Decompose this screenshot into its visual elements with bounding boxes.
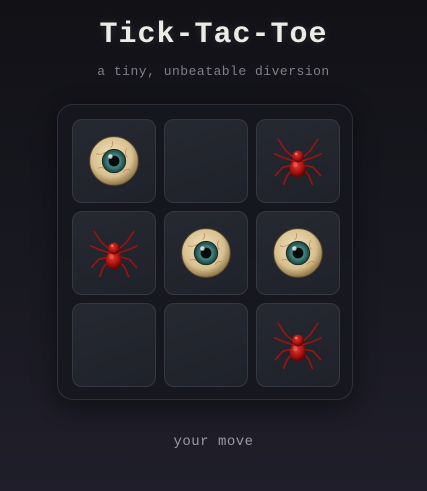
board-cell-6[interactable] [256,211,340,295]
board-cell-7[interactable] [72,303,156,387]
eyeball-icon [87,134,141,188]
board-cell-5[interactable] [164,211,248,295]
board-cell-2[interactable] [164,119,248,203]
board-cell-1[interactable] [72,119,156,203]
game-title: Tick-Tac-Toe [99,18,328,52]
spider-icon [87,226,141,280]
game-subtitle: a tiny, unbeatable diversion [97,64,330,79]
board-cell-4[interactable] [72,211,156,295]
spider-icon [271,134,325,188]
board-cell-9[interactable] [256,303,340,387]
board-cell-8[interactable] [164,303,248,387]
eyeball-icon [179,226,233,280]
spider-icon [271,318,325,372]
turn-status: your move [173,434,254,450]
board-grid [72,119,340,387]
eyeball-icon [271,226,325,280]
game-board [57,104,353,400]
board-cell-3[interactable] [256,119,340,203]
